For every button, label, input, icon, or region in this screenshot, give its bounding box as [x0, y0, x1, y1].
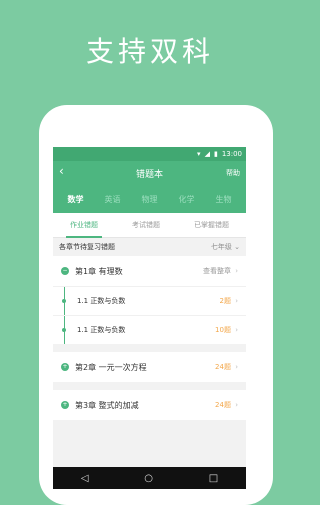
tab-exam-errors[interactable]: 考试错题: [132, 220, 160, 230]
chapter-row[interactable]: + 第3章 整式的加减 24题 ›: [53, 390, 246, 420]
section-count-value: 10题: [215, 326, 231, 334]
android-nav-bar: ◁ ○ □: [53, 467, 246, 489]
chapter-card-1: − 第1章 有理数 查看整章 › 1.1 正数与负数 2题 › 1.1 正数与负…: [53, 256, 246, 344]
chapter-filter: 各章节待复习错题 七年级 ⌄: [53, 238, 246, 256]
chapter-title: 第3章 整式的加减: [75, 400, 139, 410]
chapter-count: 24题 ›: [215, 400, 238, 410]
chapter-row[interactable]: − 第1章 有理数 查看整章 ›: [53, 256, 246, 286]
section-count-value: 2题: [219, 297, 231, 305]
grade-selector[interactable]: 七年级 ⌄: [211, 242, 240, 252]
chevron-right-icon: ›: [235, 297, 238, 305]
view-chapter-label: 查看整章: [202, 267, 231, 275]
collapse-icon: −: [61, 267, 69, 275]
wifi-icon: ▾: [197, 150, 201, 158]
chevron-down-icon: ⌄: [234, 243, 240, 251]
error-type-tabs: 作业错题 考试错题 已掌握错题: [53, 213, 246, 238]
chapter-card-2: + 第2章 一元一次方程 24题 ›: [53, 352, 246, 382]
back-nav-icon[interactable]: ◁: [81, 473, 89, 484]
subject-tab-chemistry[interactable]: 化学: [179, 194, 195, 205]
chevron-right-icon: ›: [235, 363, 238, 371]
recents-nav-icon[interactable]: □: [209, 473, 218, 484]
back-icon[interactable]: ‹: [59, 164, 64, 178]
promo-headline: 支持双科: [85, 35, 214, 68]
subject-tab-biology[interactable]: 生物: [216, 194, 232, 205]
status-bar: ▾ ◢ ▮ 13:00: [53, 147, 246, 161]
app-header: ‹ 错题本 帮助: [53, 161, 246, 185]
app-screen: ▾ ◢ ▮ 13:00 ‹ 错题本 帮助 数学 英语 物理 化学 生物 作业错题…: [53, 147, 246, 467]
battery-icon: ▮: [213, 150, 218, 158]
chapter-title: 第1章 有理数: [75, 266, 123, 276]
section-count: 2题 ›: [219, 296, 238, 306]
tab-homework-errors[interactable]: 作业错题: [66, 220, 102, 238]
subject-tab-physics[interactable]: 物理: [142, 194, 158, 205]
section-title: 1.1 正数与负数: [77, 326, 126, 334]
filter-label: 各章节待复习错题: [59, 243, 115, 251]
section-row[interactable]: 1.1 正数与负数 2题 ›: [53, 286, 246, 315]
chapter-card-3: + 第3章 整式的加减 24题 ›: [53, 390, 246, 420]
tab-mastered-errors[interactable]: 已掌握错题: [194, 220, 229, 230]
status-time: 13:00: [221, 150, 242, 158]
subject-tab-math[interactable]: 数学: [68, 194, 84, 205]
chevron-right-icon: ›: [235, 326, 238, 334]
timeline-dot: [62, 328, 66, 332]
chapter-row[interactable]: + 第2章 一元一次方程 24题 ›: [53, 352, 246, 382]
view-chapter-link[interactable]: 查看整章 ›: [203, 266, 238, 276]
chapter-count: 24题 ›: [215, 362, 238, 372]
chevron-right-icon: ›: [235, 401, 238, 409]
section-title: 1.1 正数与负数: [77, 297, 126, 305]
chapter-count-value: 24题: [215, 401, 231, 409]
grade-label: 七年级: [210, 243, 232, 251]
expand-icon: +: [61, 363, 69, 371]
section-count: 10题 ›: [215, 325, 238, 335]
help-button[interactable]: 帮助: [226, 168, 240, 178]
home-nav-icon[interactable]: ○: [144, 473, 153, 484]
page-title: 错题本: [135, 169, 163, 180]
subject-tabs: 数学 英语 物理 化学 生物: [53, 185, 246, 213]
chapter-title: 第2章 一元一次方程: [75, 362, 147, 372]
section-row[interactable]: 1.1 正数与负数 10题 ›: [53, 315, 246, 344]
timeline-dot: [62, 299, 66, 303]
chapter-count-value: 24题: [215, 363, 231, 371]
subject-tab-english[interactable]: 英语: [105, 194, 121, 205]
signal-icon: ◢: [204, 150, 210, 158]
expand-icon: +: [61, 401, 69, 409]
chevron-right-icon: ›: [235, 267, 238, 275]
